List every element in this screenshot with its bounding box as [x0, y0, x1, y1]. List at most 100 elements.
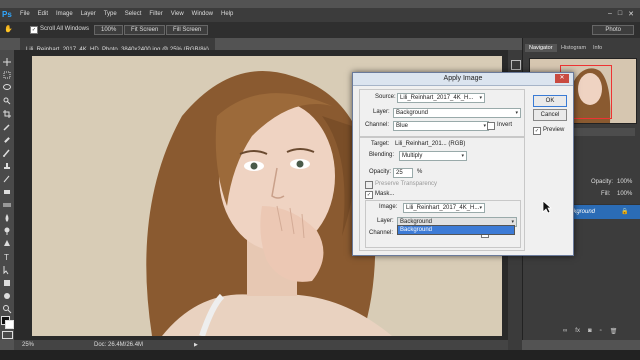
menu-image[interactable]: Image	[56, 11, 73, 17]
close-button[interactable]: ✕	[628, 10, 634, 18]
quick-mask-icon[interactable]	[2, 331, 13, 339]
preserve-transparency-label: Preserve Transparency	[375, 181, 438, 187]
menu-select[interactable]: Select	[125, 11, 142, 17]
background-color-swatch[interactable]	[5, 320, 14, 329]
opacity-label: Opacity:	[369, 169, 392, 175]
opacity-unit: %	[417, 169, 423, 175]
mask-layer-label: Layer:	[377, 218, 394, 224]
mask-checkbox[interactable]: ✓	[365, 191, 373, 199]
menu-file[interactable]: File	[20, 11, 30, 17]
apply-image-dialog: Apply Image ✕ Source: Lili_Reinhart_2017…	[352, 72, 574, 256]
hand-tool-icon: ✋	[4, 26, 13, 33]
source-select[interactable]: Lili_Reinhart_2017_4K_H...	[397, 93, 485, 103]
channel-select[interactable]: Blue	[393, 121, 489, 131]
marquee-tool-icon[interactable]	[2, 67, 12, 79]
layers-fill-value[interactable]: 100%	[617, 191, 632, 197]
eyedropper-tool-icon[interactable]	[2, 119, 12, 131]
preview-label: Preview	[543, 127, 565, 133]
mouse-cursor-icon	[542, 200, 553, 219]
lasso-tool-icon[interactable]	[2, 80, 12, 90]
tab-histogram[interactable]: Histogram	[557, 44, 590, 52]
blur-tool-icon[interactable]	[2, 210, 12, 222]
scroll-all-windows-label: Scroll All Windows	[40, 26, 90, 32]
invert-label: Invert	[497, 122, 513, 128]
menu-layer[interactable]: Layer	[81, 11, 96, 17]
mask-image-select[interactable]: Lili_Reinhart_2017_4K_H...	[403, 203, 485, 213]
dialog-close-icon[interactable]: ✕	[555, 74, 569, 83]
maximize-button[interactable]: □	[618, 10, 622, 18]
dropdown-option-background[interactable]: Background	[398, 226, 514, 234]
menu-items: File Edit Image Layer Type Select Filter…	[20, 11, 233, 17]
healing-brush-tool-icon[interactable]	[2, 132, 12, 143]
layer-select[interactable]: Background	[393, 108, 521, 118]
preview-checkbox[interactable]: ✓	[533, 127, 541, 135]
doc-size: Doc: 26.4M/26.4M	[94, 342, 144, 348]
invert-checkbox[interactable]	[487, 122, 495, 130]
history-panel-icon[interactable]	[511, 60, 521, 70]
zoom-tool-icon[interactable]	[2, 301, 12, 314]
blending-select[interactable]: Multiply	[399, 151, 467, 161]
tools-panel: T	[0, 50, 15, 340]
preserve-transparency-checkbox[interactable]	[365, 181, 373, 189]
window-controls: – □ ✕	[608, 10, 634, 18]
menu-type[interactable]: Type	[104, 11, 117, 17]
target-value: Lili_Reinhart_201... (RGB)	[395, 141, 466, 147]
menu-edit[interactable]: Edit	[38, 11, 48, 17]
eraser-tool-icon[interactable]	[2, 184, 12, 194]
minimize-button[interactable]: –	[608, 10, 612, 18]
status-bar: 25% Doc: 26.4M/26.4M ▶	[14, 340, 508, 350]
channel-label: Channel:	[365, 122, 390, 128]
history-brush-tool-icon[interactable]	[2, 171, 12, 183]
trash-icon[interactable]: 🗑	[610, 328, 618, 335]
dialog-title: Apply Image	[443, 75, 483, 82]
link-icon[interactable]: ∞	[563, 328, 567, 335]
workspace-select[interactable]: Photo	[592, 25, 634, 35]
quick-selection-tool-icon[interactable]	[2, 93, 12, 105]
photoshop-window: Ps File Edit Image Layer Type Select Fil…	[0, 0, 640, 360]
layers-opacity-value[interactable]: 100%	[617, 179, 632, 185]
menu-window[interactable]: Window	[192, 11, 213, 17]
cancel-button[interactable]: Cancel	[533, 109, 567, 121]
fx-icon[interactable]: fx	[575, 328, 580, 335]
crop-tool-icon[interactable]	[2, 106, 12, 118]
menu-bar: Ps File Edit Image Layer Type Select Fil…	[0, 8, 640, 22]
svg-text:T: T	[4, 253, 9, 262]
menu-filter[interactable]: Filter	[149, 11, 162, 17]
layers-footer-icons: ∞ fx ◙ ▫ 🗑	[563, 328, 617, 335]
scroll-all-windows-checkbox[interactable]: ✓	[30, 26, 38, 34]
type-tool-icon[interactable]: T	[2, 249, 12, 262]
rectangle-tool-icon[interactable]	[2, 275, 12, 286]
hand-tool-icon[interactable]	[2, 288, 12, 299]
layers-fill-label: Fill:	[601, 191, 611, 197]
brush-tool-icon[interactable]	[2, 145, 12, 157]
layer-label: Layer:	[373, 109, 390, 115]
gradient-tool-icon[interactable]	[2, 197, 12, 207]
layers-opacity-label: Opacity:	[591, 179, 614, 185]
zoom-100-button[interactable]: 100%	[94, 25, 124, 35]
target-label: Target:	[371, 141, 390, 147]
path-selection-tool-icon[interactable]	[2, 262, 12, 275]
menu-view[interactable]: View	[171, 11, 184, 17]
move-tool-icon[interactable]	[2, 54, 12, 66]
clone-stamp-tool-icon[interactable]	[2, 158, 12, 169]
menu-help[interactable]: Help	[221, 11, 233, 17]
opacity-input[interactable]: 25	[393, 168, 413, 178]
dialog-title-bar[interactable]: Apply Image ✕	[353, 73, 573, 86]
dodge-tool-icon[interactable]	[2, 223, 12, 235]
zoom-level[interactable]: 25%	[22, 342, 34, 348]
pen-tool-icon[interactable]	[2, 236, 12, 246]
tab-info[interactable]: Info	[589, 44, 606, 52]
tab-navigator[interactable]: Navigator	[525, 44, 557, 52]
fill-screen-button[interactable]: Fill Screen	[166, 25, 209, 35]
lock-icon: 🔒	[621, 209, 629, 215]
options-bar: ✋ ✓ Scroll All Windows 100% Fit Screen F…	[0, 22, 640, 38]
ok-button[interactable]: OK	[533, 95, 567, 107]
mask-layer-dropdown-list: Background	[397, 225, 515, 235]
status-arrow-icon[interactable]: ▶	[194, 342, 198, 348]
fit-screen-button[interactable]: Fit Screen	[124, 25, 166, 35]
mask-icon[interactable]: ◙	[588, 328, 592, 335]
new-layer-icon[interactable]: ▫	[600, 328, 602, 335]
mask-channel-label: Channel:	[369, 230, 394, 236]
mask-image-label: Image:	[379, 204, 398, 210]
blending-label: Blending:	[369, 152, 395, 158]
